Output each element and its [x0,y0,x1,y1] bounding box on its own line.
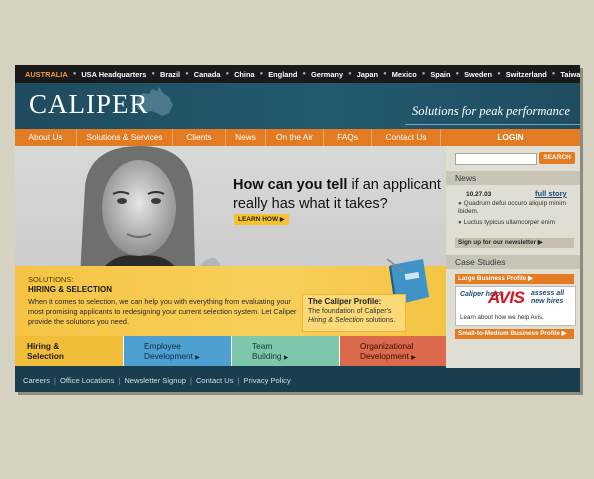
nav-contact-us[interactable]: Contact Us [372,129,441,146]
case-studies-heading: Case Studies [446,255,580,269]
country-link[interactable]: England [268,70,297,79]
country-link[interactable]: AUSTRALIA [25,70,68,79]
nav-about-us[interactable]: About Us [15,129,77,146]
caliper-website: AUSTRALIA ● USA Headquarters ● Brazil ● Can… [15,65,580,392]
full-story-link[interactable]: full story [535,189,567,198]
news-date: 10.27.03 [466,191,492,198]
footer-office-locations[interactable]: Office Locations [60,376,114,385]
tab-team-building[interactable]: Team Building ▶ [232,336,340,366]
news-item[interactable]: ● Quadrum defui occuro aliquip minim ibi… [458,200,576,216]
avis-case-study[interactable]: Caliper helps AVIS assess all new hires … [455,286,576,326]
country-link[interactable]: Brazil [160,70,180,79]
nav-on-the-air[interactable]: On the Air [266,129,324,146]
solutions-label: SOLUTIONS: [28,275,74,284]
search-input[interactable] [455,153,537,165]
sidebar: SEARCH News 10.27.03 full story ● Quadru… [446,146,580,368]
tab-organizational-development[interactable]: Organizational Development ▶ [340,336,446,366]
avis-caption-right: assess all new hires [531,290,565,305]
profile-title: The Caliper Profile: [308,297,382,306]
profile-body: The foundation of Caliper's Hiring & Sel… [308,308,396,324]
country-link[interactable]: Sweden [464,70,492,79]
footer-privacy[interactable]: Privacy Policy [243,376,290,385]
news-item[interactable]: ● Luctus typicus ullamcorper enim [458,219,576,227]
learn-how-button[interactable]: LEARN HOW ▶ [234,214,289,225]
caliper-profile-callout[interactable]: The Caliper Profile: The foundation of C… [302,294,406,332]
main-nav: About Us Solutions & Services Clients Ne… [15,129,580,146]
caliper-logo[interactable]: CALIPER [29,89,149,120]
nav-news[interactable]: News [226,129,266,146]
footer-careers[interactable]: Careers [23,376,50,385]
country-link[interactable]: Taiwan [560,70,580,79]
country-link[interactable]: USA Headquarters [81,70,146,79]
solutions-title: HIRING & SELECTION [28,285,113,294]
country-link[interactable]: Switzerland [506,70,547,79]
hero-headline: How can you tell if an applicant really … [233,177,441,212]
avis-logo: AVIS [488,288,525,307]
nav-solutions[interactable]: Solutions & Services [77,129,173,146]
country-link[interactable]: Japan [357,70,378,79]
newsletter-signup-button[interactable]: Sign up for our newsletter ▶ [455,238,574,248]
country-link[interactable]: Canada [194,70,221,79]
tab-hiring-selection[interactable]: Hiring & Selection [15,336,124,366]
tagline: Solutions for peak performance [412,104,570,118]
footer-newsletter[interactable]: Newsletter Signup [124,376,186,385]
country-link[interactable]: Mexico [392,70,417,79]
hero-banner: How can you tell if an applicant really … [15,146,446,336]
footer-links: Careers | Office Locations | Newsletter Si… [15,368,580,392]
footer-contact[interactable]: Contact Us [196,376,234,385]
small-business-profile-link[interactable]: Small-to-Medium Business Profile ▶ [455,329,574,339]
solutions-body: When it comes to selection, we can help … [28,297,297,326]
nav-faqs[interactable]: FAQs [324,129,372,146]
country-link[interactable]: Spain [430,70,450,79]
country-link[interactable]: Germany [311,70,343,79]
large-business-profile-link[interactable]: Large Business Profile ▶ [455,274,574,284]
site-header: CALIPER Solutions for peak performance [15,83,580,129]
woman-portrait-image [80,146,222,286]
news-heading: News [446,171,580,185]
country-link[interactable]: China [234,70,255,79]
country-bar: AUSTRALIA ● USA Headquarters ● Brazil ● Can… [15,65,580,83]
solution-tabs: Hiring & Selection Employee Development ▶ … [15,336,446,366]
nav-login[interactable]: LOGIN [441,129,580,146]
tagline-rule [405,124,580,125]
nav-clients[interactable]: Clients [173,129,226,146]
search-button[interactable]: SEARCH [539,152,575,164]
tab-employee-development[interactable]: Employee Development ▶ [124,336,232,366]
avis-learn-link[interactable]: Learn about how we help Avis. [460,314,544,321]
